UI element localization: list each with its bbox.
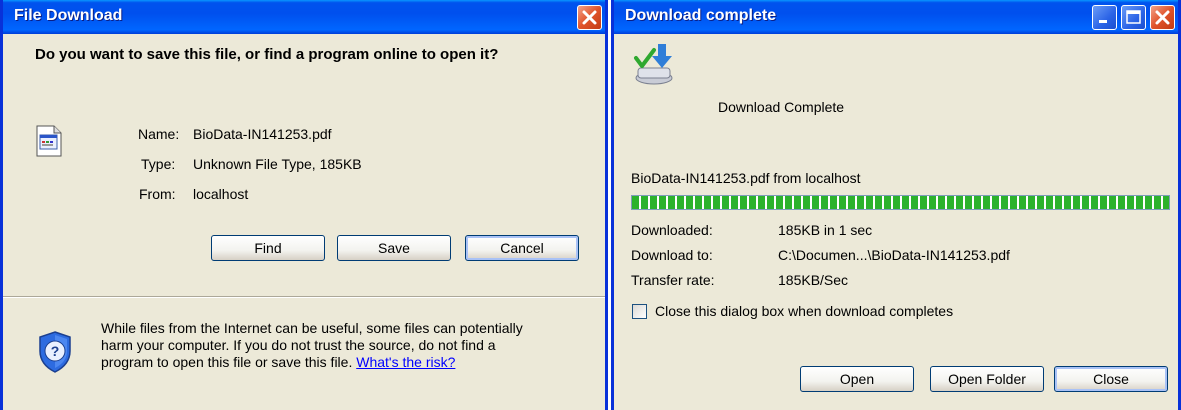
separator bbox=[3, 296, 605, 298]
close-when-complete-label: Close this dialog box when download comp… bbox=[655, 303, 954, 319]
download-progress-bar bbox=[631, 195, 1170, 210]
download-complete-titlebar[interactable]: Download complete bbox=[614, 0, 1178, 34]
cancel-button[interactable]: Cancel bbox=[465, 235, 579, 261]
download-complete-dialog: Download complete Download Complete BioD… bbox=[611, 0, 1181, 410]
close-icon[interactable] bbox=[1150, 5, 1175, 30]
from-label: From: bbox=[139, 186, 176, 202]
transfer-rate-label: Transfer rate: bbox=[631, 272, 715, 288]
minimize-icon[interactable] bbox=[1092, 5, 1117, 30]
warning-line-1: While files from the Internet can be use… bbox=[101, 320, 523, 336]
transfer-rate-value: 185KB/Sec bbox=[778, 272, 849, 288]
downloaded-value: 185KB in 1 sec bbox=[778, 222, 873, 238]
file-source-line: BioData-IN141253.pdf from localhost bbox=[631, 170, 861, 186]
download-complete-title: Download complete bbox=[625, 7, 777, 24]
file-download-dialog: File Download Do you want to save this f… bbox=[0, 0, 608, 410]
download-complete-icon bbox=[632, 42, 678, 91]
warning-line-3: program to open this file or save this f… bbox=[101, 354, 455, 370]
close-button[interactable]: Close bbox=[1054, 366, 1168, 392]
name-label: Name: bbox=[138, 126, 180, 142]
close-when-complete-checkbox[interactable] bbox=[632, 304, 647, 319]
type-value: Unknown File Type, 185KB bbox=[193, 156, 362, 172]
security-shield-icon: ? bbox=[38, 331, 72, 376]
open-folder-button[interactable]: Open Folder bbox=[930, 366, 1044, 392]
file-download-titlebar[interactable]: File Download bbox=[3, 0, 605, 34]
downloaded-label: Downloaded: bbox=[631, 222, 713, 238]
find-button[interactable]: Find bbox=[211, 235, 325, 261]
generic-file-icon bbox=[36, 125, 62, 160]
warning-line-3-text: program to open this file or save this f… bbox=[101, 354, 353, 370]
warning-line-2: harm your computer. If you do not trust … bbox=[101, 337, 496, 353]
file-download-title: File Download bbox=[14, 7, 123, 24]
save-button[interactable]: Save bbox=[337, 235, 451, 261]
open-button[interactable]: Open bbox=[800, 366, 914, 392]
close-icon[interactable] bbox=[577, 5, 602, 30]
download-complete-heading: Download Complete bbox=[718, 99, 845, 115]
from-value: localhost bbox=[193, 186, 249, 202]
maximize-icon[interactable] bbox=[1121, 5, 1146, 30]
svg-text:?: ? bbox=[51, 343, 60, 359]
file-download-question: Do you want to save this file, or find a… bbox=[35, 46, 499, 63]
type-label: Type: bbox=[141, 156, 176, 172]
name-value: BioData-IN141253.pdf bbox=[193, 126, 332, 142]
whats-the-risk-link[interactable]: What's the risk? bbox=[356, 354, 455, 370]
download-to-value: C:\Documen...\BioData-IN141253.pdf bbox=[778, 247, 1010, 263]
download-progress-fill bbox=[632, 196, 1169, 209]
download-to-label: Download to: bbox=[631, 247, 713, 263]
